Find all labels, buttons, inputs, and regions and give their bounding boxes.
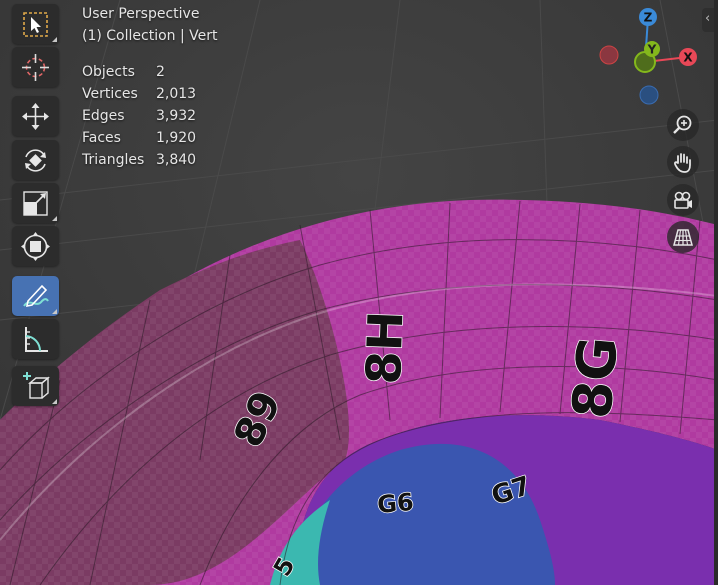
stat-label: Edges: [82, 108, 125, 124]
rotate-icon: [25, 149, 46, 172]
3d-viewport[interactable]: 8H 8G 89 G7 G6 5 User Perspective (1) Co…: [0, 0, 718, 585]
cursor-tool[interactable]: [12, 47, 59, 87]
negative-x-axis-handle[interactable]: [599, 45, 619, 65]
scene-label-g6: G6: [376, 488, 415, 519]
move-tool[interactable]: [12, 96, 59, 136]
scale-icon: [23, 191, 48, 216]
negative-z-axis-handle[interactable]: [639, 85, 659, 105]
perspective-toggle-button[interactable]: [667, 221, 699, 253]
annotate-tool[interactable]: [12, 276, 59, 316]
camera-icon: [674, 191, 692, 209]
camera-view-button[interactable]: [667, 184, 699, 216]
cursor-icon: [22, 54, 49, 81]
pan-button[interactable]: [667, 146, 699, 178]
chevron-left-icon: ‹: [705, 11, 711, 26]
view-title: User Perspective: [82, 6, 200, 22]
zoom-icon: [673, 115, 692, 134]
stat-value: 1,920: [156, 130, 197, 146]
transform-icon: [21, 232, 50, 261]
stat-value: 2: [156, 64, 165, 80]
add-cube-tool[interactable]: [12, 366, 59, 406]
region-divider: [714, 0, 718, 585]
y-axis-label: Y: [647, 43, 657, 57]
x-axis-label: X: [683, 51, 693, 65]
zoom-button[interactable]: [667, 109, 699, 141]
measure-icon: [25, 327, 48, 352]
stat-label: Objects: [82, 64, 135, 80]
z-axis-label: Z: [644, 11, 653, 25]
move-icon: [22, 103, 49, 130]
scene-label-8h: 8H: [356, 310, 415, 385]
scene-label-8g: 8G: [560, 334, 630, 421]
scale-tool[interactable]: [12, 183, 59, 223]
stat-label: Triangles: [82, 152, 145, 168]
rotate-tool[interactable]: [12, 140, 59, 180]
measure-tool[interactable]: [12, 319, 59, 359]
select-box-tool[interactable]: [12, 4, 59, 44]
select-box-icon: [23, 12, 48, 37]
stat-label: Vertices: [82, 86, 138, 102]
navigation-gizmo[interactable]: Y Z X: [590, 2, 705, 110]
annotate-icon: [23, 284, 49, 308]
transform-tool[interactable]: [12, 226, 59, 266]
stat-value: 3,840: [156, 152, 197, 168]
stat-value: 2,013: [156, 86, 197, 102]
perspective-grid-icon: [673, 229, 693, 246]
collection-info: (1) Collection | Vert: [82, 28, 218, 44]
hand-pan-icon: [674, 153, 691, 173]
stat-label: Faces: [82, 130, 121, 146]
stat-value: 3,932: [156, 108, 197, 124]
add-cube-icon: [23, 372, 50, 399]
